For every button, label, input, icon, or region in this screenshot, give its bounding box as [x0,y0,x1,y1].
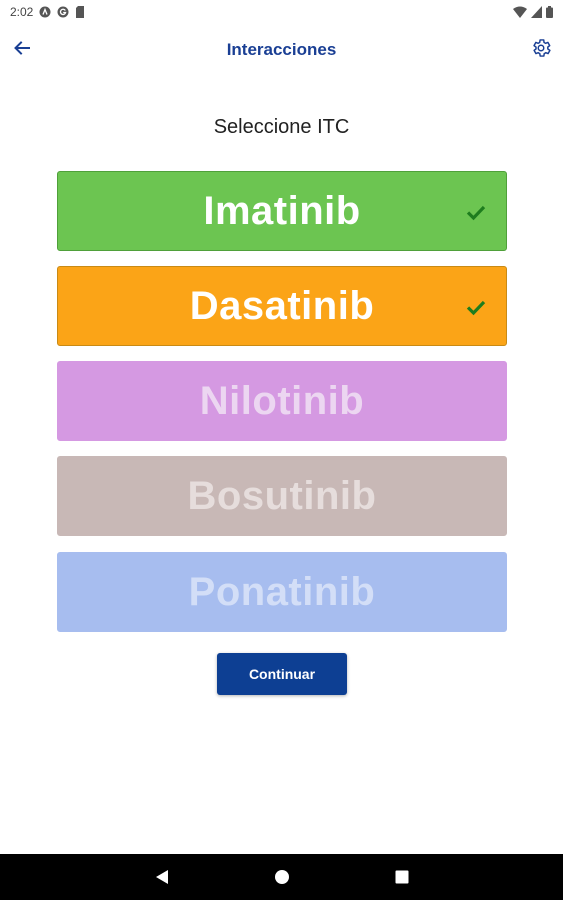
option-label: Imatinib [203,188,361,233]
option-label: Nilotinib [199,378,365,423]
option-imatinib[interactable]: Imatinib [57,171,507,251]
option-label: Ponatinib [188,569,376,614]
app-bar: Interacciones [0,24,563,76]
wifi-icon [513,6,527,18]
status-left: 2:02 [10,5,85,19]
option-dasatinib[interactable]: Dasatinib [57,266,507,346]
nav-bar [0,854,563,900]
settings-button[interactable] [525,34,557,66]
checkmark-icon [466,300,486,316]
checkmark-icon [466,205,486,221]
home-circle-icon [274,870,289,884]
option-bosutinib[interactable]: Bosutinib [57,456,507,536]
option-label: Dasatinib [189,283,375,328]
gear-icon [530,37,552,64]
app-title: Interacciones [226,40,337,59]
option-label: Bosutinib [187,473,377,518]
status-right [513,6,553,18]
sd-card-icon [75,6,85,18]
option-nilotinib[interactable]: Nilotinib [57,361,507,441]
option-ponatinib[interactable]: Ponatinib [57,552,507,632]
battery-icon [546,6,553,18]
a-circle-icon [39,6,51,18]
screen: 2:02 Interacciones Seleccione ITC Imatin… [0,0,563,900]
status-time: 2:02 [10,5,34,19]
nav-back-button[interactable] [150,865,174,889]
status-bar: 2:02 [0,0,563,24]
g-circle-icon [57,6,69,18]
prompt-text: Seleccione ITC [213,116,350,138]
continue-button[interactable]: Continuar [217,653,347,695]
nav-home-button[interactable] [270,865,294,889]
nav-recents-button[interactable] [390,865,414,889]
arrow-left-icon [12,38,32,63]
recents-square-icon [395,870,408,884]
back-button[interactable] [6,34,38,66]
signal-icon [531,6,542,18]
back-triangle-icon [155,870,168,884]
